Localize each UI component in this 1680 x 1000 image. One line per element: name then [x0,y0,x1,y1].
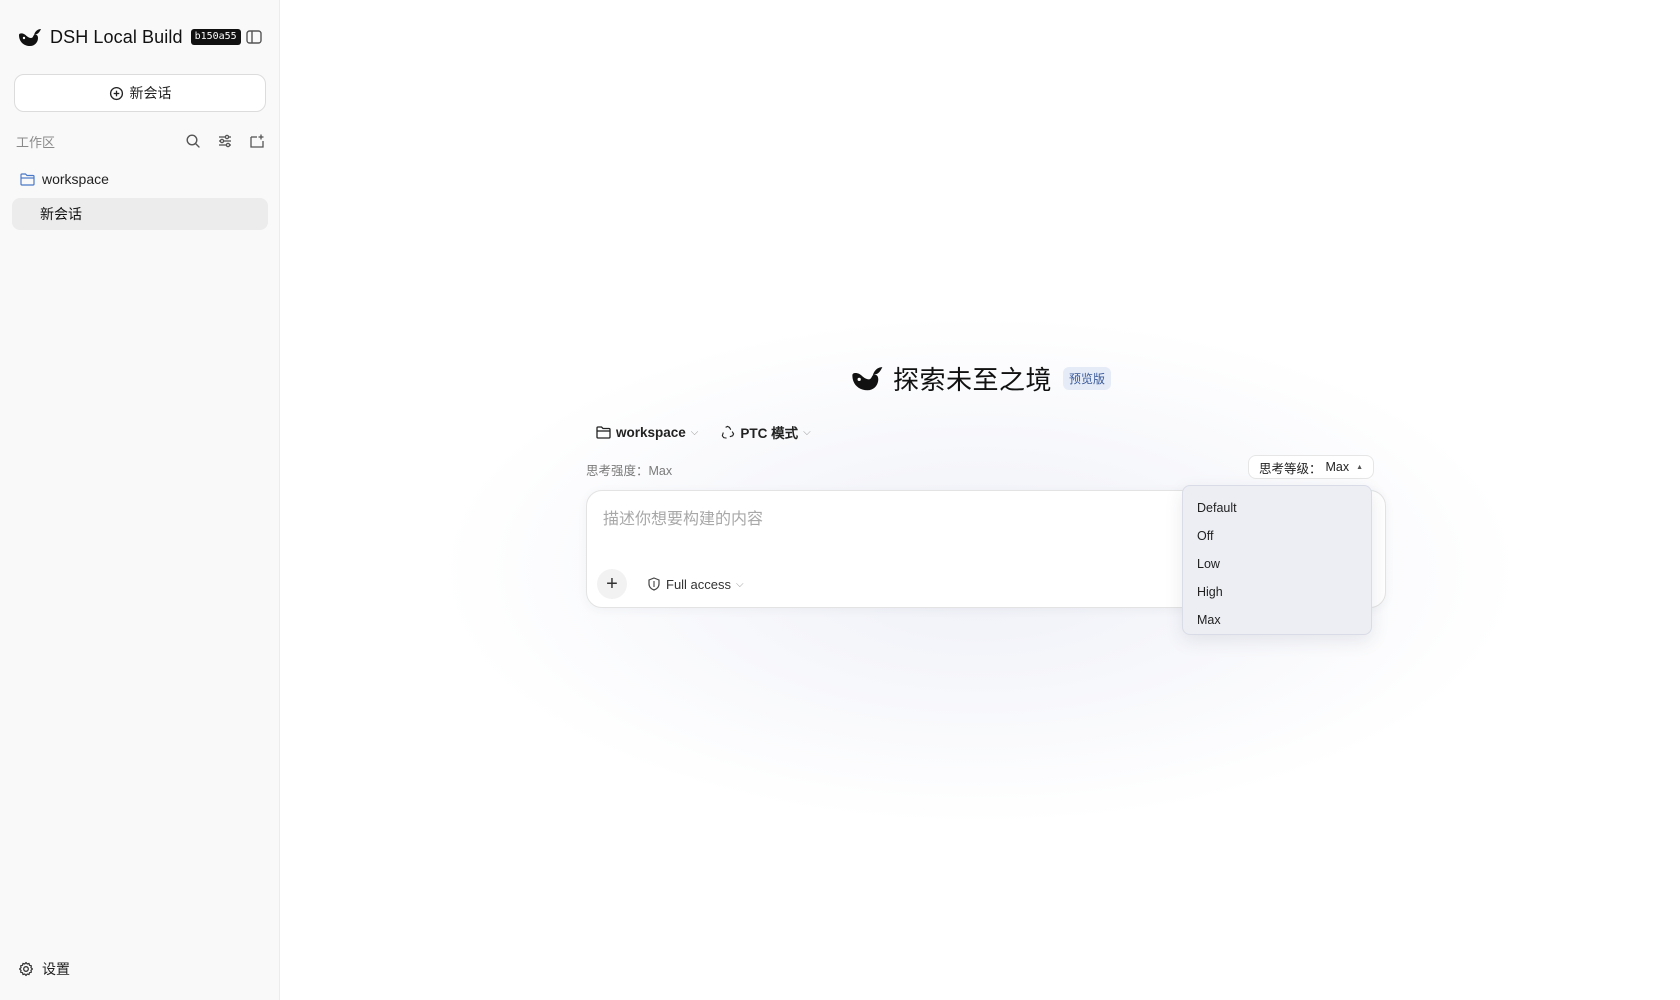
sliders-icon [219,134,231,148]
plus-icon: + [606,572,618,595]
folder-plus-icon [250,134,264,148]
dropdown-option-low[interactable]: Low [1183,550,1371,578]
folder-icon [596,425,611,439]
chevron-down-icon: ⌵ [690,426,699,438]
section-label: 工作区 [16,134,56,150]
session-label: 新会话 [40,206,82,222]
main-area: 探索未至之境 预览版 workspace ⌵ PTC 模式 ⌵ 思考强度：Max… [280,0,1680,1000]
sidebar: DSH Local Build b150a55 新会话 工作区 workspac… [0,0,280,1000]
workspace-selector[interactable]: workspace ⌵ [596,425,698,440]
thinking-level-selector[interactable]: 思考等级： Max ▲ [1248,455,1375,479]
new-chat-button[interactable]: 新会话 [14,74,266,112]
preview-badge: 预览版 [1063,366,1112,390]
prompt-input[interactable] [603,507,1123,533]
recycle-icon [722,425,735,439]
mode-selector-label: PTC 模式 [740,426,799,441]
access-level-label: Full access [666,576,732,592]
whale-logo-icon [19,29,41,46]
add-attachment-button[interactable]: + [597,569,627,599]
hero-title: 探索未至之境 [893,364,1053,395]
chevron-down-icon: ⌵ [736,578,744,590]
hero: 探索未至之境 预览版 [848,358,1112,398]
new-chat-label: 新会话 [129,85,172,101]
thinking-effort-text: 思考强度：Max [586,464,673,478]
shield-icon [648,577,660,591]
search-button[interactable] [184,132,202,150]
settings-button[interactable]: 设置 [18,958,70,980]
folder-label: workspace [42,171,109,187]
dropdown-option-default[interactable]: Default [1183,494,1371,522]
context-selectors: workspace ⌵ PTC 模式 ⌵ [596,420,811,444]
gear-icon [19,961,33,977]
brand: DSH Local Build b150a55 [16,22,241,52]
filter-button[interactable] [216,132,234,150]
chevron-down-icon: ⌵ [803,426,811,438]
mode-selector[interactable]: PTC 模式 ⌵ [720,422,811,442]
dropdown-option-off[interactable]: Off [1183,522,1371,550]
workspace-selector-label: workspace [616,424,686,440]
app-title: DSH Local Build [50,26,183,47]
sidebar-toggle-icon [246,30,262,44]
workspace-section-header: 工作区 [16,130,266,152]
whale-logo-icon [852,367,883,391]
caret-up-icon: ▲ [1356,463,1364,471]
folder-icon [20,172,35,186]
plus-circle-icon [109,86,123,100]
access-level-selector[interactable]: Full access ⌵ [647,573,744,595]
thinking-level-dropdown: Default Off Low High Max [1182,485,1372,635]
settings-label: 设置 [42,961,70,977]
session-item-active[interactable]: 新会话 [12,198,268,230]
dropdown-option-high[interactable]: High [1183,578,1371,606]
search-icon [186,134,200,148]
section-tools [184,132,266,150]
thinking-level-value: Max [1325,460,1350,474]
dropdown-option-max[interactable]: Max [1183,606,1371,634]
new-folder-button[interactable] [248,132,266,150]
sidebar-toggle-button[interactable] [244,27,264,47]
thinking-level-label: 思考等级： [1259,461,1322,476]
build-badge: b150a55 [190,29,241,45]
tree-folder-workspace[interactable]: workspace [20,168,109,190]
app-window: DSH Local Build b150a55 新会话 工作区 workspac… [0,0,1680,1000]
